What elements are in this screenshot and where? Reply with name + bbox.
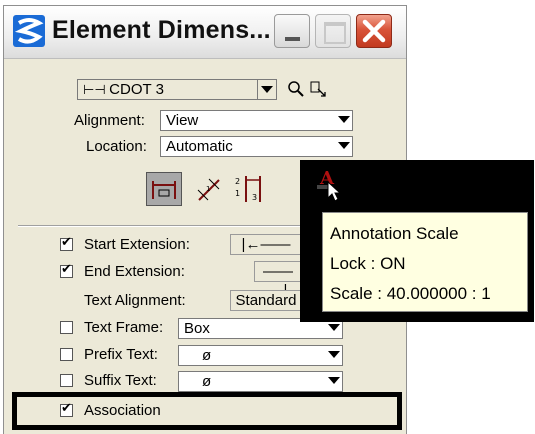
location-select[interactable]: Automatic — [160, 136, 353, 157]
start-extension-select[interactable]: |←—— — [230, 234, 302, 255]
end-extension-checkbox[interactable] — [60, 262, 73, 278]
svg-text:1: 1 — [206, 185, 210, 193]
association-checkbox[interactable] — [60, 401, 73, 417]
dimension-style-icon: ⊢⊣ — [83, 83, 106, 98]
location-label: Location: — [86, 138, 147, 155]
end-extension-select[interactable]: ——→| — [254, 261, 302, 299]
microstation-app-icon — [13, 15, 45, 47]
text-alignment-select[interactable]: Standard — [230, 290, 302, 311]
text-frame-label: Text Frame: — [84, 319, 164, 336]
prefix-text-select[interactable]: ø — [178, 345, 343, 366]
dimension-slant-icon[interactable]: 1 — [194, 175, 224, 205]
chevron-down-icon — [328, 377, 340, 384]
annotation-scale-icon[interactable]: A — [314, 168, 344, 202]
title-bar[interactable]: Element Dimens... — [4, 6, 406, 59]
window-title: Element Dimens... — [52, 16, 271, 44]
dimension-style-value: CDOT 3 — [109, 81, 164, 98]
text-frame-checkbox[interactable] — [60, 321, 73, 334]
alignment-label: Alignment: — [74, 112, 145, 129]
search-icon[interactable] — [287, 80, 305, 98]
tooltip-lock: Lock : ON — [330, 254, 406, 273]
chevron-down-icon — [328, 324, 340, 331]
prefix-text-label: Prefix Text: — [84, 346, 158, 363]
chevron-down-icon[interactable] — [257, 80, 276, 99]
start-extension-label: Start Extension: — [84, 236, 190, 253]
match-icon[interactable] — [309, 80, 327, 98]
svg-text:1: 1 — [235, 189, 240, 198]
dimension-horizontal-icon[interactable] — [146, 172, 182, 206]
text-alignment-label: Text Alignment: — [84, 292, 186, 309]
chevron-down-icon — [328, 351, 340, 358]
dimension-style-select[interactable]: ⊢⊣ CDOT 3 — [77, 79, 277, 100]
suffix-text-label: Suffix Text: — [84, 372, 157, 389]
minimize-button[interactable] — [274, 14, 310, 48]
close-button[interactable] — [356, 14, 392, 48]
association-label: Association — [84, 402, 161, 419]
close-icon — [362, 19, 386, 43]
svg-text:3: 3 — [252, 193, 257, 202]
tooltip-scale: Scale : 40.000000 : 1 — [330, 284, 491, 303]
chevron-down-icon — [338, 116, 350, 123]
alignment-select[interactable]: View — [160, 110, 353, 131]
prefix-text-checkbox[interactable] — [60, 348, 73, 361]
tooltip-title: Annotation Scale — [330, 224, 459, 243]
suffix-text-select[interactable]: ø — [178, 371, 343, 392]
maximize-button[interactable] — [315, 14, 351, 48]
end-extension-label: End Extension: — [84, 263, 185, 280]
suffix-text-checkbox[interactable] — [60, 374, 73, 387]
chevron-down-icon — [338, 142, 350, 149]
dimension-stacked-icon[interactable]: 2 1 3 — [232, 172, 266, 206]
start-extension-checkbox[interactable] — [60, 235, 73, 251]
svg-text:2: 2 — [235, 177, 240, 186]
